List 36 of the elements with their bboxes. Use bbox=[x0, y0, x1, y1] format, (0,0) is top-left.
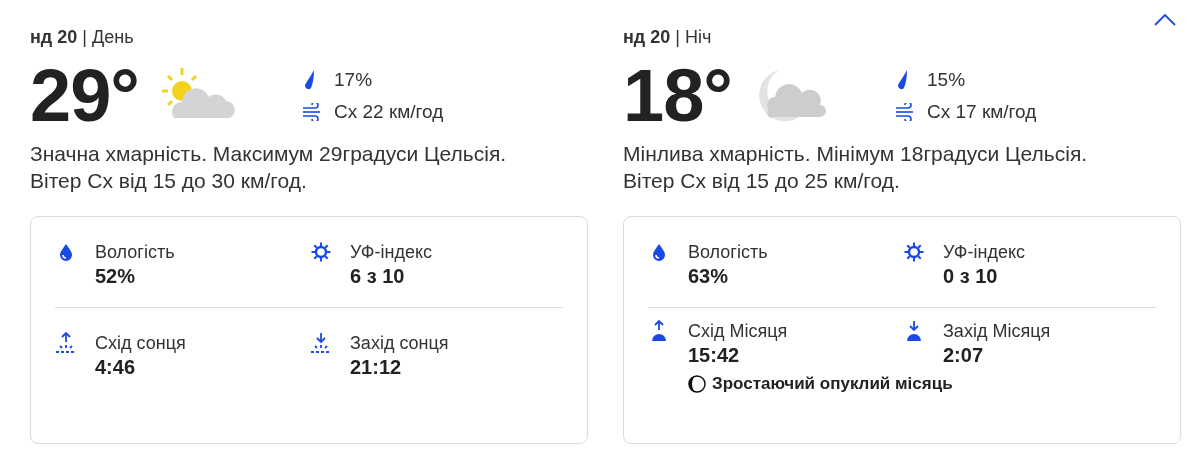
raindrop-icon bbox=[302, 69, 316, 91]
stat-label: Захід Місяця bbox=[943, 320, 1052, 342]
sun-icon bbox=[903, 241, 925, 263]
period-heading: нд 20 | День bbox=[30, 26, 135, 49]
stat-value: 15:42 bbox=[688, 343, 741, 368]
moon-phase-icon bbox=[688, 375, 706, 393]
wind-icon bbox=[302, 103, 322, 121]
sunrise-icon bbox=[55, 332, 77, 354]
period-heading: нд 20 | Ніч bbox=[623, 26, 713, 49]
forecast-description: Значна хмарність. Максимум 29градуси Цельсія. Вітер Сх від 15 до 30 км/год. bbox=[30, 141, 508, 194]
stat-value: 2:07 bbox=[943, 343, 985, 368]
sun-icon bbox=[310, 241, 332, 263]
wind-icon bbox=[895, 103, 915, 121]
stat-label: Вологість bbox=[95, 241, 176, 263]
stat-value: 21:12 bbox=[350, 355, 403, 380]
stat-label: Схід сонця bbox=[95, 332, 187, 354]
precipitation-text: 17% bbox=[334, 69, 374, 91]
precipitation-text: 15% bbox=[927, 69, 967, 91]
stat-value: 4:46 bbox=[95, 355, 137, 380]
wind-text: Сх 17 км/год bbox=[927, 101, 1037, 123]
stat-value: 63% bbox=[688, 264, 730, 289]
sunset-icon bbox=[310, 332, 332, 354]
stat-label: Захід сонця bbox=[350, 332, 450, 354]
raindrop-icon bbox=[895, 69, 909, 91]
stat-label: УФ-індекс bbox=[943, 241, 1027, 263]
moon-phase-text: Зростаючий опуклий місяць bbox=[712, 374, 953, 394]
stat-label: Схід Місяця bbox=[688, 320, 789, 342]
stat-label: Вологість bbox=[688, 241, 769, 263]
stat-value: 6 з 10 bbox=[350, 264, 406, 289]
wind-text: Сх 22 км/год bbox=[334, 101, 444, 123]
stat-label: УФ-індекс bbox=[350, 241, 434, 263]
stat-value: 0 з 10 bbox=[943, 264, 999, 289]
forecast-description: Мінлива хмарність. Мінімум 18градуси Цельсія. Вітер Сх від 15 до 25 км/год. bbox=[623, 141, 1089, 194]
temperature: 29° bbox=[30, 59, 140, 133]
stat-value: 52% bbox=[95, 264, 137, 289]
temperature: 18° bbox=[623, 59, 733, 133]
